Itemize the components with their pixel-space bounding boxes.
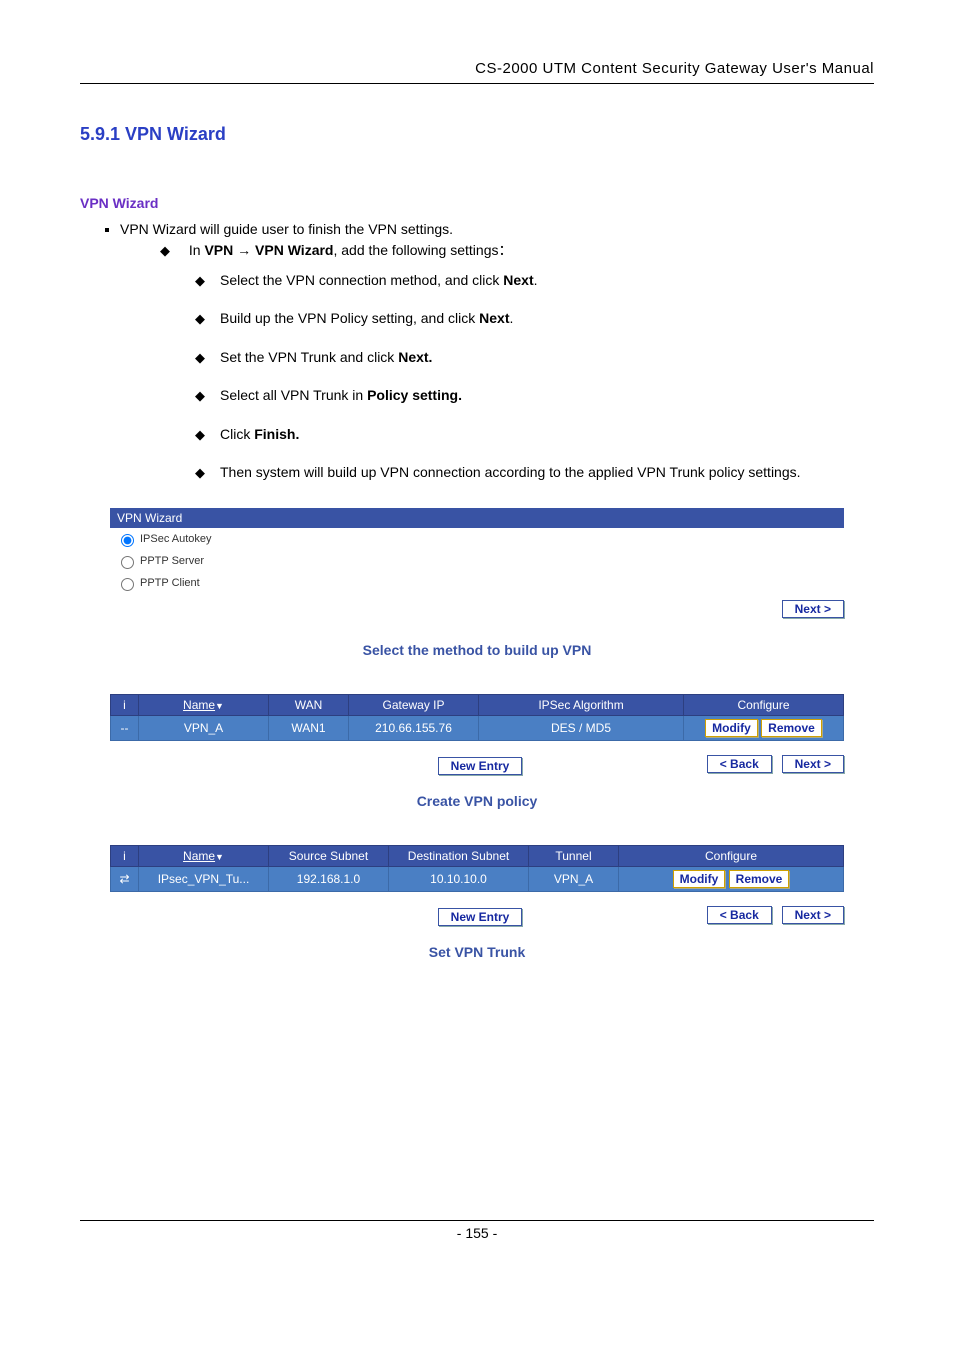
cell-algo: DES / MD5 [479,716,684,741]
page-footer: - 155 - [80,1220,874,1241]
radio-label-pptp-client: PPTP Client [140,577,200,589]
cell-src: 192.168.1.0 [269,867,389,892]
col-configure: Configure [619,846,844,867]
table-row: ⇄ IPsec_VPN_Tu... 192.168.1.0 10.10.10.0… [111,867,844,892]
next-button[interactable]: Next > [782,906,844,924]
remove-button[interactable]: Remove [729,870,790,888]
col-wan: WAN [269,695,349,716]
vpn-policy-figure: i Name▼ WAN Gateway IP IPSec Algorithm C… [110,694,844,775]
col-src: Source Subnet [269,846,389,867]
subsection-title: VPN Wizard [80,195,874,211]
cell-config: Modify Remove [619,867,844,892]
cell-name: IPsec_VPN_Tu... [139,867,269,892]
col-configure: Configure [684,695,844,716]
intro-item: VPN Wizard will guide user to finish the… [120,221,874,490]
trunk-icon: ⇄ [119,872,129,886]
cell-gw: 210.66.155.76 [349,716,479,741]
step-5: Click Finish. [195,417,874,452]
step-4: Select all VPN Trunk in Policy setting. [195,378,874,413]
caption-trunk: Set VPN Trunk [80,944,874,960]
radio-ipsec-autokey[interactable] [121,534,134,547]
remove-button[interactable]: Remove [761,719,822,737]
step-3: Set the VPN Trunk and click Next. [195,340,874,375]
step-6: Then system will build up VPN connection… [195,455,874,490]
vpn-trunk-figure: i Name▼ Source Subnet Destination Subnet… [110,845,844,926]
new-entry-button[interactable]: New Entry [438,757,523,775]
wizard-title-bar: VPN Wizard [110,508,844,528]
caption-policy: Create VPN policy [80,793,874,809]
col-name[interactable]: Name▼ [139,846,269,867]
page-header: CS-2000 UTM Content Security Gateway Use… [80,60,874,84]
caption-wizard: Select the method to build up VPN [80,642,874,658]
cell-dst: 10.10.10.0 [389,867,529,892]
next-button[interactable]: Next > [782,755,844,773]
radio-pptp-server[interactable] [121,556,134,569]
intro-text: VPN Wizard will guide user to finish the… [120,221,453,237]
cell-icon: ⇄ [111,867,139,892]
cell-name: VPN_A [139,716,269,741]
step-1: Select the VPN connection method, and cl… [195,263,874,298]
step-2: Build up the VPN Policy setting, and cli… [195,301,874,336]
col-algo: IPSec Algorithm [479,695,684,716]
col-tunnel: Tunnel [529,846,619,867]
vpn-trunk-table: i Name▼ Source Subnet Destination Subnet… [110,845,844,892]
new-entry-button[interactable]: New Entry [438,908,523,926]
radio-pptp-client[interactable] [121,578,134,591]
col-name[interactable]: Name▼ [139,695,269,716]
col-dst: Destination Subnet [389,846,529,867]
cell-config: Modify Remove [684,716,844,741]
modify-button[interactable]: Modify [705,719,758,737]
radio-label-pptp-server: PPTP Server [140,555,204,567]
back-button[interactable]: < Back [707,755,772,773]
section-title: 5.9.1 VPN Wizard [80,124,874,145]
table-row: -- VPN_A WAN1 210.66.155.76 DES / MD5 Mo… [111,716,844,741]
back-button[interactable]: < Back [707,906,772,924]
col-i: i [111,846,139,867]
modify-button[interactable]: Modify [673,870,726,888]
vpn-policy-table: i Name▼ WAN Gateway IP IPSec Algorithm C… [110,694,844,741]
radio-label-ipsec: IPSec Autokey [140,533,212,545]
vpn-wizard-panel: VPN Wizard IPSec Autokey PPTP Server PPT… [110,508,844,624]
cell-tunnel: VPN_A [529,867,619,892]
col-i: i [111,695,139,716]
cell-i: -- [111,716,139,741]
step-intro: In VPN → VPN Wizard, add the following s… [160,240,874,490]
cell-wan: WAN1 [269,716,349,741]
wizard-next-button[interactable]: Next > [782,600,844,618]
col-gateway: Gateway IP [349,695,479,716]
